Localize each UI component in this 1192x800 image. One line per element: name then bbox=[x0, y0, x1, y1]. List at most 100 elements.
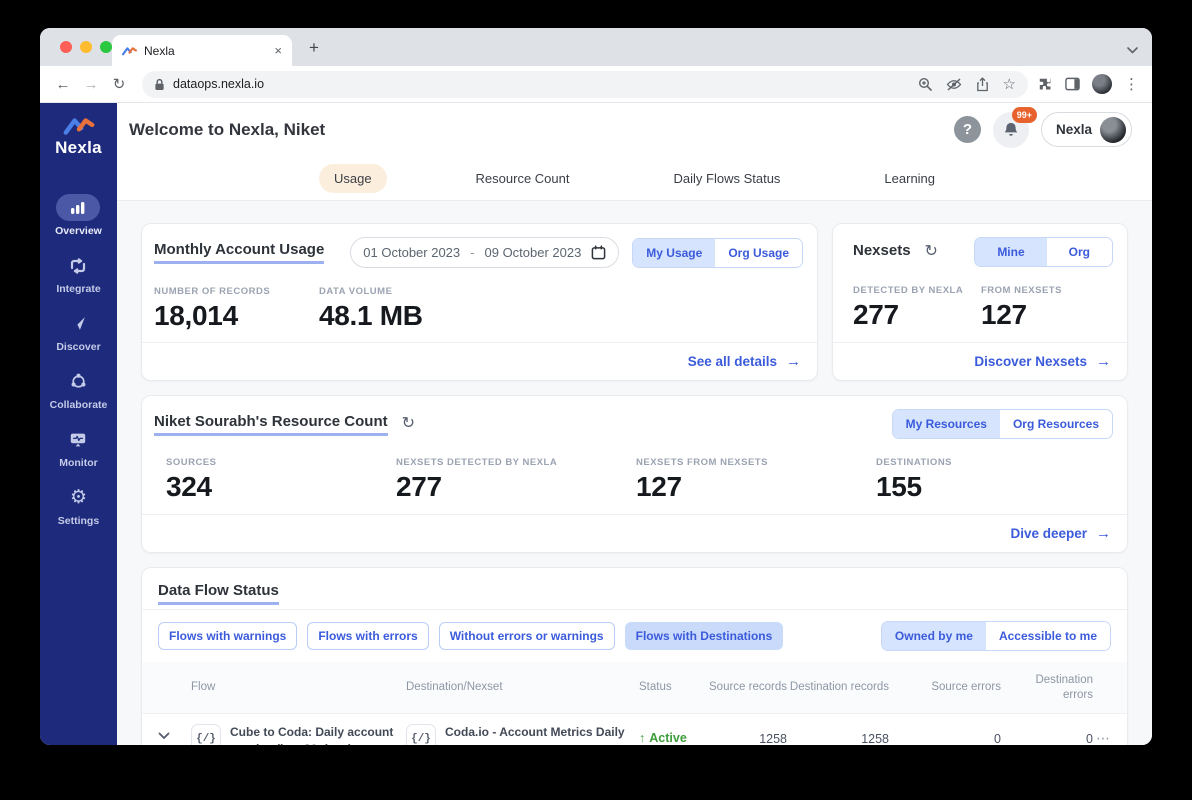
column-header-source-records: Source records bbox=[709, 681, 787, 694]
card-title: Monthly Account Usage bbox=[154, 241, 325, 264]
logo-text: Nexla bbox=[55, 138, 102, 157]
bookmark-star-icon[interactable]: ☆ bbox=[1003, 77, 1016, 92]
sidebar-item-label: Collaborate bbox=[49, 399, 108, 411]
compass-icon bbox=[56, 310, 100, 337]
account-button[interactable]: Nexla bbox=[1040, 112, 1132, 147]
arrow-right-icon: → bbox=[786, 353, 801, 370]
toggle-org-resources[interactable]: Org Resources bbox=[999, 410, 1112, 438]
chevron-down-icon[interactable] bbox=[1127, 47, 1138, 54]
sidebar-item-overview[interactable]: Overview bbox=[55, 194, 102, 237]
monitor-icon bbox=[56, 426, 100, 453]
close-tab-icon[interactable]: × bbox=[272, 42, 284, 59]
stat-data-volume: DATA VOLUME 48.1 MB bbox=[319, 286, 423, 332]
data-flow-status-card: Data Flow Status Flows with warnings Flo… bbox=[141, 567, 1128, 745]
filter-flows-with-errors[interactable]: Flows with errors bbox=[307, 622, 429, 650]
share-icon[interactable] bbox=[976, 76, 989, 92]
urlbar-icons: ☆ bbox=[918, 77, 1016, 92]
stat-nexsets-detected: NEXSETS DETECTED BY NEXLA 277 bbox=[396, 457, 636, 503]
see-all-details-link[interactable]: See all details bbox=[688, 354, 777, 369]
browser-menu-icon[interactable]: ⋮ bbox=[1124, 75, 1140, 93]
nexsets-scope-toggle: Mine Org bbox=[974, 237, 1113, 267]
toggle-accessible-to-me[interactable]: Accessible to me bbox=[985, 622, 1110, 650]
refresh-icon[interactable]: ↻ bbox=[402, 416, 415, 432]
zoom-window-button[interactable] bbox=[100, 41, 112, 53]
refresh-icon[interactable]: ↻ bbox=[925, 244, 938, 260]
stat-value: 277 bbox=[853, 299, 899, 330]
dashboard-scroll-area[interactable]: Monthly Account Usage 01 October 2023 - … bbox=[117, 201, 1152, 745]
stat-value: 324 bbox=[166, 471, 212, 502]
zoom-icon[interactable] bbox=[918, 77, 932, 91]
toggle-mine[interactable]: Mine bbox=[975, 238, 1047, 266]
app-sidebar: Nexla Overview Integrate Discover Collab… bbox=[40, 103, 117, 745]
toggle-org[interactable]: Org bbox=[1046, 238, 1112, 266]
browser-tab-strip: Nexla × + bbox=[40, 28, 1152, 66]
bell-icon bbox=[1004, 122, 1018, 136]
tab-usage[interactable]: Usage bbox=[318, 163, 387, 193]
resource-count-card: Niket Sourabh's Resource Count ↻ My Reso… bbox=[141, 395, 1128, 553]
toggle-owned-by-me[interactable]: Owned by me bbox=[881, 622, 986, 650]
sidebar-item-integrate[interactable]: Integrate bbox=[56, 252, 101, 295]
nexla-logo[interactable]: Nexla bbox=[55, 115, 102, 158]
stat-from-nexsets: FROM NEXSETS 127 bbox=[981, 285, 1062, 331]
notifications-button[interactable]: 99+ bbox=[992, 106, 1037, 148]
row-expander-chevron-icon[interactable] bbox=[158, 724, 191, 740]
sidebar-item-label: Discover bbox=[56, 341, 101, 353]
new-tab-button[interactable]: + bbox=[302, 36, 326, 60]
sidebar-item-collaborate[interactable]: Collaborate bbox=[49, 368, 108, 411]
nexla-favicon-icon bbox=[122, 46, 137, 55]
integrate-arrows-icon bbox=[56, 252, 100, 279]
discover-nexsets-link[interactable]: Discover Nexsets bbox=[974, 354, 1087, 369]
browser-profile-avatar[interactable] bbox=[1092, 74, 1112, 94]
help-button[interactable]: ? bbox=[953, 116, 981, 143]
source-records-value: 1258 bbox=[759, 732, 787, 745]
flow-filters: Flows with warnings Flows with errors Wi… bbox=[142, 610, 1127, 662]
filter-without-errors-or-warnings[interactable]: Without errors or warnings bbox=[438, 622, 615, 650]
tab-learning[interactable]: Learning bbox=[869, 164, 950, 193]
toggle-org-usage[interactable]: Org Usage bbox=[715, 238, 802, 267]
card-title: Niket Sourabh's Resource Count bbox=[154, 413, 388, 436]
table-row[interactable]: {/} Cube to Coda: Daily account metrics … bbox=[142, 714, 1127, 745]
tab-resource-count[interactable]: Resource Count bbox=[461, 164, 585, 193]
collaborate-cycle-icon bbox=[56, 368, 100, 395]
date-range-picker[interactable]: 01 October 2023 - 09 October 2023 bbox=[350, 237, 620, 268]
destination-records-value: 1258 bbox=[861, 732, 889, 745]
toggle-my-usage[interactable]: My Usage bbox=[633, 238, 716, 267]
resources-scope-toggle: My Resources Org Resources bbox=[891, 409, 1113, 439]
desktop-background: Nexla × + ← → ↻ dataops.nexla.io ☆ ⋮ Nex… bbox=[0, 0, 1192, 800]
row-menu-icon[interactable]: ⋯ bbox=[1093, 724, 1111, 745]
sidebar-item-label: Settings bbox=[57, 515, 100, 527]
sidebar-item-discover[interactable]: Discover bbox=[56, 310, 101, 353]
tab-daily-flows-status[interactable]: Daily Flows Status bbox=[659, 164, 796, 193]
side-panel-icon[interactable] bbox=[1065, 77, 1080, 91]
sidebar-item-monitor[interactable]: Monitor bbox=[56, 426, 100, 469]
arrow-right-icon: → bbox=[1096, 525, 1111, 542]
arrow-right-icon: → bbox=[1096, 353, 1111, 370]
forward-button[interactable]: → bbox=[78, 71, 104, 97]
eye-slash-icon[interactable] bbox=[946, 77, 962, 91]
usage-scope-toggle: My Usage Org Usage bbox=[632, 237, 803, 268]
destination-name[interactable]: Coda.io - Account Metrics Daily bbox=[445, 724, 633, 741]
page-title: Welcome to Nexla, Niket bbox=[129, 119, 326, 139]
flow-table-header: Flow Destination/Nexset Status Source re… bbox=[142, 662, 1127, 714]
source-errors-value: 0 bbox=[994, 732, 1001, 745]
address-bar[interactable]: dataops.nexla.io ☆ bbox=[142, 70, 1028, 98]
close-window-button[interactable] bbox=[60, 41, 72, 53]
column-header-menu bbox=[1093, 680, 1111, 696]
toggle-my-resources[interactable]: My Resources bbox=[892, 410, 1000, 438]
filter-flows-with-warnings[interactable]: Flows with warnings bbox=[158, 622, 298, 650]
sidebar-item-settings[interactable]: ⚙ Settings bbox=[56, 484, 100, 527]
dive-deeper-link[interactable]: Dive deeper bbox=[1010, 526, 1087, 541]
flow-name[interactable]: Cube to Coda: Daily account metrics (las… bbox=[230, 724, 406, 745]
date-to: 09 October 2023 bbox=[484, 245, 582, 260]
stat-label: SOURCES bbox=[166, 457, 217, 468]
reload-button[interactable]: ↻ bbox=[106, 71, 132, 97]
url-text[interactable]: dataops.nexla.io bbox=[173, 77, 910, 91]
extensions-puzzle-icon[interactable] bbox=[1038, 77, 1053, 92]
minimize-window-button[interactable] bbox=[80, 41, 92, 53]
tab-title: Nexla bbox=[144, 43, 175, 58]
back-button[interactable]: ← bbox=[50, 71, 76, 97]
stat-nexsets-from-nexsets: NEXSETS FROM NEXSETS 127 bbox=[636, 457, 876, 503]
flow-cell: {/} Cube to Coda: Daily account metrics … bbox=[191, 724, 406, 745]
browser-tab[interactable]: Nexla × bbox=[112, 35, 292, 66]
filter-flows-with-destinations[interactable]: Flows with Destinations bbox=[624, 622, 784, 650]
